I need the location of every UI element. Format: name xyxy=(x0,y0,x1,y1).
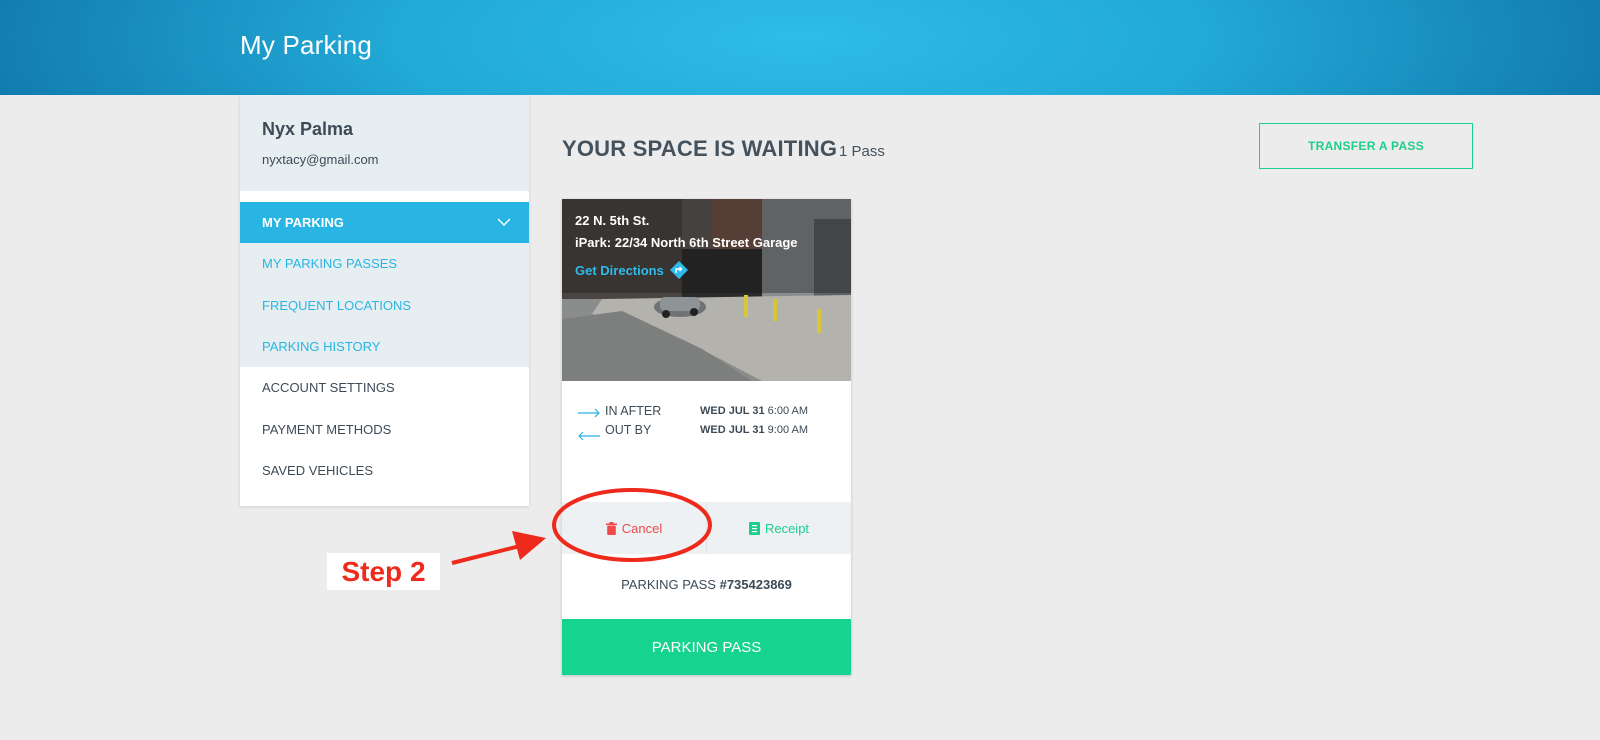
profile-panel: Nyx Palma nyxtacy@gmail.com xyxy=(240,95,529,191)
annotation-arrow-head xyxy=(512,531,546,560)
sidebar-item-account-settings[interactable]: ACCOUNT SETTINGS xyxy=(240,367,529,409)
sidebar-item-my-parking-passes[interactable]: MY PARKING PASSES xyxy=(240,243,529,285)
sidebar-item-label: MY PARKING xyxy=(262,215,344,230)
parking-pass-card: 22 N. 5th St. iPark: 22/34 North 6th Str… xyxy=(562,199,851,675)
sidebar: Nyx Palma nyxtacy@gmail.com MY PARKING M… xyxy=(240,95,529,506)
location-info: 22 N. 5th St. iPark: 22/34 North 6th Str… xyxy=(575,213,798,279)
out-by-time: 9:00 AM xyxy=(767,424,809,436)
get-directions-link[interactable]: Get Directions xyxy=(575,261,798,279)
directions-icon xyxy=(669,261,688,279)
pass-number-value: #735423869 xyxy=(719,577,792,592)
garage-photo: 22 N. 5th St. iPark: 22/34 North 6th Str… xyxy=(562,199,851,381)
sidebar-item-payment-methods[interactable]: PAYMENT METHODS xyxy=(240,409,529,451)
transfer-pass-button[interactable]: TRANSFER A PASS xyxy=(1259,123,1473,169)
garage-name: iPark: 22/34 North 6th Street Garage xyxy=(575,235,798,250)
cancel-label: Cancel xyxy=(621,520,663,536)
cancel-button[interactable]: Cancel xyxy=(562,502,707,554)
app-header: My Parking xyxy=(0,0,1600,95)
out-by-row: OUT BY WED JUL 31 9:00 AM xyxy=(578,423,838,442)
pass-times: IN AFTER WED JUL 31 6:00 AM OUT BY WED J… xyxy=(578,404,838,442)
receipt-icon xyxy=(748,521,760,535)
sidebar-item-parking-history[interactable]: PARKING HISTORY xyxy=(240,326,529,368)
out-by-value: WED JUL 31 9:00 AM xyxy=(700,424,808,436)
in-after-day: WED JUL 31 xyxy=(700,405,765,417)
receipt-button[interactable]: Receipt xyxy=(707,502,851,554)
out-by-label: OUT BY xyxy=(605,423,652,437)
location-address: 22 N. 5th St. xyxy=(575,213,650,228)
sidebar-subnav: MY PARKING PASSES FREQUENT LOCATIONS PAR… xyxy=(240,243,529,367)
section-heading: YOUR SPACE IS WAITING xyxy=(562,136,838,161)
in-after-row: IN AFTER WED JUL 31 6:00 AM xyxy=(578,404,838,423)
annotation-arrow-line xyxy=(451,544,521,565)
in-after-label: IN AFTER xyxy=(605,404,662,418)
receipt-label: Receipt xyxy=(764,520,810,536)
step-annotation-label: Step 2 xyxy=(327,553,440,590)
arrow-right-icon xyxy=(578,408,600,418)
directions-label: Get Directions xyxy=(575,262,664,278)
parking-pass-button[interactable]: PARKING PASS xyxy=(562,619,851,675)
sidebar-mainnav: ACCOUNT SETTINGS PAYMENT METHODS SAVED V… xyxy=(240,367,529,492)
pass-number-prefix: PARKING PASS xyxy=(621,577,720,592)
arrow-left-icon xyxy=(578,431,600,441)
sidebar-item-saved-vehicles[interactable]: SAVED VEHICLES xyxy=(240,450,529,492)
sidebar-item-frequent-locations[interactable]: FREQUENT LOCATIONS xyxy=(240,285,529,327)
trash-icon xyxy=(605,521,617,535)
in-after-value: WED JUL 31 6:00 AM xyxy=(700,405,808,417)
pass-count: 1 Pass xyxy=(839,143,885,160)
profile-email: nyxtacy@gmail.com xyxy=(262,152,379,167)
pass-actions: Cancel Receipt xyxy=(562,502,851,554)
profile-name: Nyx Palma xyxy=(262,119,354,139)
parking-pass-number: PARKING PASS #735423869 xyxy=(562,577,851,592)
page-title: My Parking xyxy=(240,30,373,60)
in-after-time: 6:00 AM xyxy=(767,405,809,417)
out-by-day: WED JUL 31 xyxy=(700,424,765,436)
chevron-down-icon xyxy=(497,218,511,226)
sidebar-item-my-parking[interactable]: MY PARKING xyxy=(240,202,529,243)
